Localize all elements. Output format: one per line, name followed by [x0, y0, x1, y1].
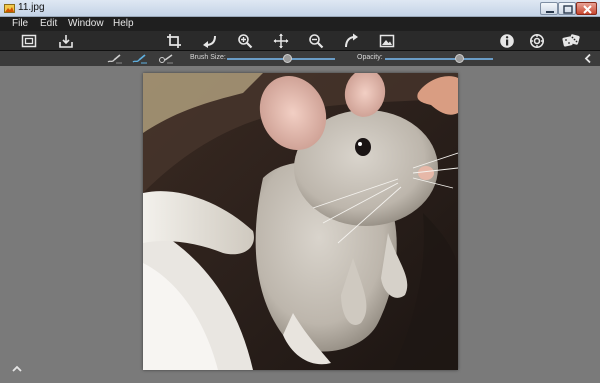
menu-file[interactable]: File	[12, 18, 28, 29]
brush-size-thumb[interactable]	[282, 54, 292, 63]
maximize-button[interactable]	[558, 2, 576, 15]
rotate-left-icon[interactable]	[202, 33, 218, 49]
app-icon	[4, 4, 15, 13]
settings-icon[interactable]	[529, 33, 545, 49]
pan-icon[interactable]	[273, 33, 289, 49]
info-icon[interactable]	[499, 33, 515, 49]
opacity-label: Opacity:	[357, 54, 383, 61]
save-icon[interactable]	[58, 33, 74, 49]
menu-help[interactable]: Help	[113, 18, 134, 29]
zoom-out-icon[interactable]	[308, 33, 324, 49]
brush-size-label: Brush Size:	[190, 54, 226, 61]
random-dice-icon[interactable]	[562, 33, 580, 49]
window-title: 11.jpg	[18, 2, 45, 13]
opacity-thumb[interactable]	[455, 54, 465, 63]
brush-style-2-icon[interactable]	[131, 52, 149, 65]
menu-bar: File Edit Window Help	[0, 17, 600, 31]
menu-edit[interactable]: Edit	[40, 18, 57, 29]
title-bar: 11.jpg	[0, 0, 600, 17]
chinchilla-photo[interactable]	[143, 73, 458, 370]
image-icon[interactable]	[379, 33, 395, 49]
brush-size-slider[interactable]	[227, 58, 335, 60]
brush-style-1-icon[interactable]	[106, 52, 124, 65]
brush-style-3-icon[interactable]	[157, 52, 175, 65]
chevron-up-icon[interactable]	[11, 364, 23, 374]
close-button[interactable]	[576, 2, 597, 15]
minimize-button[interactable]	[540, 2, 558, 15]
chevron-left-icon[interactable]	[583, 53, 593, 64]
fit-window-icon[interactable]	[21, 33, 37, 49]
options-bar: Brush Size: Opacity:	[0, 51, 600, 66]
zoom-in-icon[interactable]	[237, 33, 253, 49]
opacity-slider[interactable]	[385, 58, 493, 60]
main-toolbar	[0, 31, 600, 51]
rotate-right-icon[interactable]	[343, 33, 359, 49]
menu-window[interactable]: Window	[68, 18, 104, 29]
crop-icon[interactable]	[166, 33, 182, 49]
